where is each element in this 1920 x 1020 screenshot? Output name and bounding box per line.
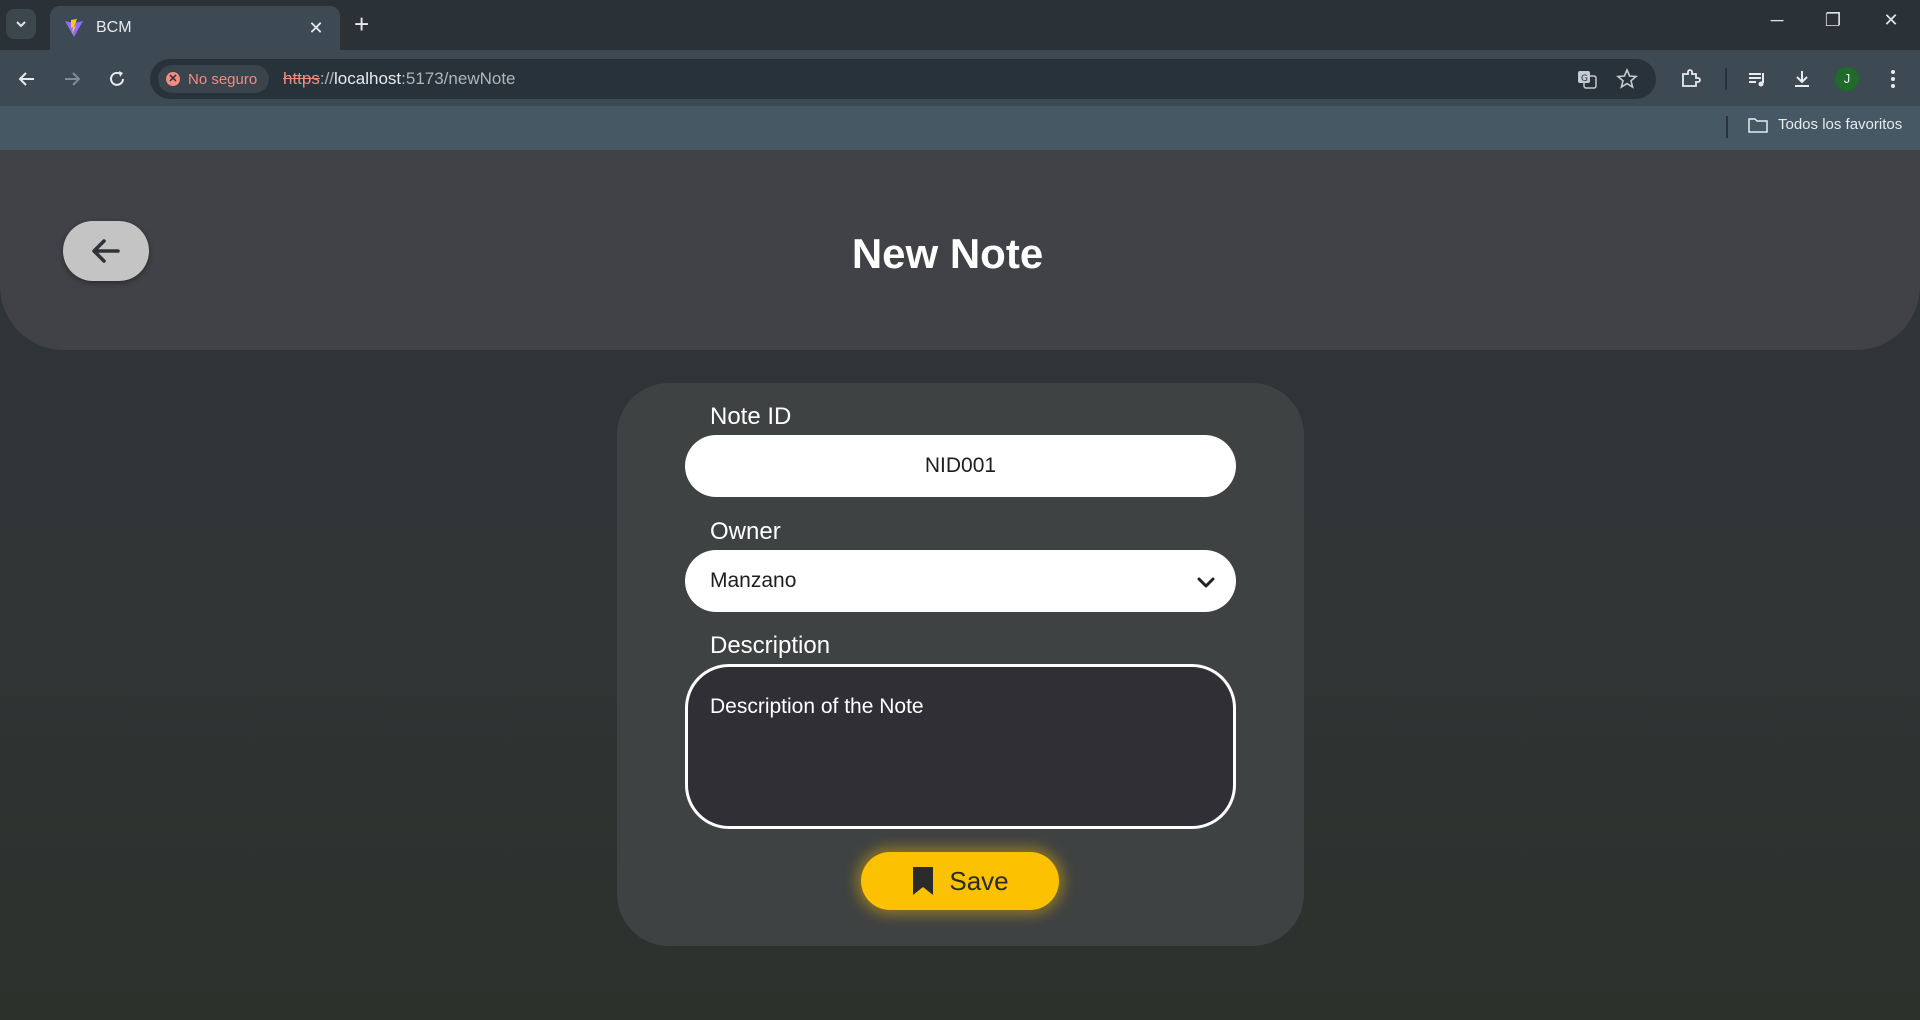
extensions-icon[interactable] bbox=[1675, 64, 1705, 94]
tab-search-button[interactable] bbox=[6, 9, 36, 39]
new-tab-button[interactable]: + bbox=[354, 11, 369, 37]
note-id-input[interactable]: NID001 bbox=[685, 435, 1236, 497]
tab-close-icon[interactable]: ✕ bbox=[306, 18, 326, 39]
folder-icon bbox=[1748, 117, 1768, 133]
address-bar[interactable]: ✕ No seguro https://localhost:5173/newNo… bbox=[150, 59, 1656, 99]
page: New Note Note ID NID001 Owner Manzano De… bbox=[0, 150, 1920, 1020]
owner-selected-value: Manzano bbox=[710, 569, 797, 592]
security-label: No seguro bbox=[188, 70, 258, 88]
bookmarks-bar: Todos los favoritos bbox=[0, 106, 1920, 150]
save-label: Save bbox=[949, 865, 1009, 896]
all-bookmarks-folder[interactable]: Todos los favoritos bbox=[1748, 116, 1902, 133]
profile-avatar[interactable]: J bbox=[1835, 67, 1859, 91]
chevron-down-icon bbox=[1197, 577, 1215, 588]
page-header: New Note bbox=[0, 150, 1920, 350]
media-controls-icon[interactable] bbox=[1742, 64, 1772, 94]
url-text: https://localhost:5173/newNote bbox=[283, 69, 516, 89]
minimize-button[interactable]: ─ bbox=[1757, 10, 1797, 31]
save-button[interactable]: Save bbox=[861, 852, 1059, 910]
reload-button[interactable] bbox=[102, 64, 132, 94]
note-form-card: Note ID NID001 Owner Manzano Description… bbox=[617, 383, 1304, 946]
browser-tab[interactable]: BCM ✕ bbox=[50, 6, 340, 50]
url-scheme: https bbox=[283, 69, 320, 88]
tab-title: BCM bbox=[96, 19, 132, 36]
description-textarea[interactable]: Description of the Note bbox=[685, 664, 1236, 829]
owner-select[interactable]: Manzano bbox=[685, 550, 1236, 612]
description-label: Description bbox=[710, 632, 831, 659]
bookmarks-divider bbox=[1726, 116, 1728, 138]
vite-logo-icon bbox=[65, 19, 83, 37]
arrow-right-icon bbox=[65, 72, 81, 86]
chevron-down-icon bbox=[16, 21, 26, 28]
reload-icon bbox=[110, 71, 124, 86]
arrow-left-icon bbox=[18, 72, 34, 86]
url-separator: :// bbox=[319, 69, 335, 88]
browser-toolbar: ✕ No seguro https://localhost:5173/newNo… bbox=[0, 50, 1920, 106]
toolbar-divider bbox=[1725, 68, 1727, 90]
forward-nav-button[interactable] bbox=[57, 64, 87, 94]
bookmark-icon bbox=[913, 867, 934, 895]
page-title: New Note bbox=[851, 230, 1044, 277]
owner-label: Owner bbox=[710, 518, 781, 545]
more-menu-icon[interactable] bbox=[1878, 64, 1908, 94]
window-close-button[interactable]: ✕ bbox=[1871, 10, 1911, 31]
restore-button[interactable]: ❐ bbox=[1813, 10, 1853, 31]
url-host: localhost bbox=[334, 69, 402, 88]
browser-tab-strip: BCM ✕ + ─ ❐ ✕ bbox=[0, 0, 1920, 50]
translate-icon[interactable]: G bbox=[1576, 68, 1598, 90]
back-nav-button[interactable] bbox=[12, 64, 42, 94]
all-bookmarks-label: Todos los favoritos bbox=[1778, 116, 1903, 133]
note-id-label: Note ID bbox=[710, 403, 792, 430]
bookmark-star-icon[interactable] bbox=[1616, 68, 1638, 90]
svg-text:G: G bbox=[1581, 74, 1588, 84]
security-chip[interactable]: ✕ No seguro bbox=[158, 65, 270, 93]
download-icon[interactable] bbox=[1787, 64, 1817, 94]
url-path: :5173/newNote bbox=[401, 69, 516, 88]
not-secure-icon: ✕ bbox=[166, 72, 180, 86]
